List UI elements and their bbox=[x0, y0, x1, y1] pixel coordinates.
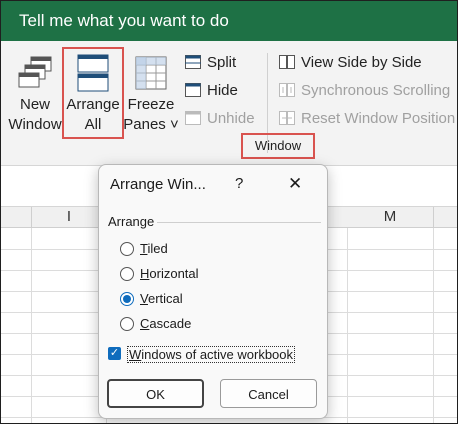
arrange-all-highlight bbox=[62, 47, 124, 139]
radio-tiled-circle[interactable] bbox=[120, 242, 134, 256]
freeze-panes-label-1: Freeze bbox=[127, 96, 175, 113]
checkbox-accel: W bbox=[129, 347, 142, 362]
cancel-button[interactable]: Cancel bbox=[220, 379, 317, 408]
view-side-by-side-label: View Side by Side bbox=[301, 54, 422, 71]
split-icon bbox=[185, 55, 201, 69]
radio-horizontal[interactable]: Horizontal bbox=[120, 266, 320, 284]
ribbon: New Window Arrange All Freeze Panes ˅ Sp… bbox=[1, 41, 457, 166]
radio-vertical-circle[interactable] bbox=[120, 292, 134, 306]
freeze-panes-button[interactable]: Freeze Panes ˅ bbox=[123, 55, 179, 135]
grid-line bbox=[31, 228, 32, 423]
group-divider bbox=[157, 222, 321, 223]
grid-line bbox=[433, 228, 434, 423]
radio-vertical-label: ertical bbox=[147, 291, 183, 306]
side-by-side-icon bbox=[279, 55, 295, 69]
column-i-label: I bbox=[66, 208, 72, 225]
help-button[interactable]: ? bbox=[235, 175, 243, 192]
ok-button[interactable]: OK bbox=[107, 379, 204, 408]
title-bar: Tell me what you want to do bbox=[1, 1, 457, 41]
close-icon[interactable]: ✕ bbox=[288, 174, 302, 194]
radio-cascade-circle[interactable] bbox=[120, 317, 134, 331]
radio-horizontal-accel: H bbox=[140, 266, 150, 281]
radio-tiled-label: iled bbox=[147, 241, 168, 256]
tell-me-search[interactable]: Tell me what you want to do bbox=[19, 11, 229, 31]
arrange-group-title: Arrange bbox=[108, 214, 155, 229]
radio-horizontal-label: orizontal bbox=[149, 266, 199, 281]
column-header-n[interactable] bbox=[434, 207, 457, 228]
hide-icon bbox=[185, 83, 201, 97]
reset-window-position-label: Reset Window Position bbox=[301, 110, 456, 127]
arrange-windows-dialog: Arrange Win... ? ✕ Arrange Tiled Horizon… bbox=[98, 164, 328, 419]
synchronous-scrolling-label: Synchronous Scrolling bbox=[301, 82, 451, 99]
split-label: Split bbox=[207, 54, 237, 71]
column-m-label: M bbox=[383, 208, 397, 225]
checkmark-icon[interactable]: ✓ bbox=[108, 347, 121, 360]
new-window-label-2: Window bbox=[8, 116, 62, 133]
unhide-label: Unhide bbox=[207, 110, 255, 127]
new-window-button[interactable]: New Window bbox=[7, 55, 63, 135]
windows-of-active-workbook-checkbox[interactable]: ✓ Windows of active workbook bbox=[108, 346, 318, 364]
radio-vertical-accel: V bbox=[140, 291, 148, 306]
freeze-panes-icon bbox=[135, 56, 167, 90]
radio-tiled[interactable]: Tiled bbox=[120, 241, 320, 259]
radio-cascade-label: ascade bbox=[149, 316, 192, 331]
reset-window-position-button[interactable]: Reset Window Position bbox=[279, 107, 455, 131]
hide-label: Hide bbox=[207, 82, 238, 99]
app-window: Tell me what you want to do New Window A… bbox=[0, 0, 458, 424]
new-window-label-1: New bbox=[19, 96, 50, 113]
view-side-by-side-button[interactable]: View Side by Side bbox=[279, 51, 455, 75]
dialog-title: Arrange Win... bbox=[110, 176, 206, 193]
freeze-panes-label-2: Panes ˅ bbox=[123, 116, 179, 133]
reset-window-icon bbox=[279, 111, 295, 125]
checkbox-label: indows of active workbook bbox=[141, 347, 294, 362]
synchronous-scrolling-button[interactable]: Synchronous Scrolling bbox=[279, 79, 455, 103]
radio-vertical[interactable]: Vertical bbox=[120, 291, 320, 309]
corner-header[interactable] bbox=[1, 207, 32, 228]
window-group-label: Window bbox=[241, 133, 315, 159]
new-window-icon bbox=[18, 56, 52, 88]
sync-scroll-icon bbox=[279, 83, 295, 97]
radio-cascade[interactable]: Cascade bbox=[120, 316, 320, 334]
unhide-icon bbox=[185, 111, 201, 125]
split-button[interactable]: Split bbox=[185, 51, 265, 75]
radio-cascade-accel: C bbox=[140, 316, 150, 331]
hide-button[interactable]: Hide bbox=[185, 79, 265, 103]
unhide-button[interactable]: Unhide bbox=[185, 107, 265, 131]
window-group-text: Window bbox=[254, 138, 302, 153]
grid-line bbox=[347, 228, 348, 423]
radio-horizontal-circle[interactable] bbox=[120, 267, 134, 281]
column-header-i[interactable]: I bbox=[32, 207, 107, 228]
column-header-m[interactable]: M bbox=[347, 207, 434, 228]
